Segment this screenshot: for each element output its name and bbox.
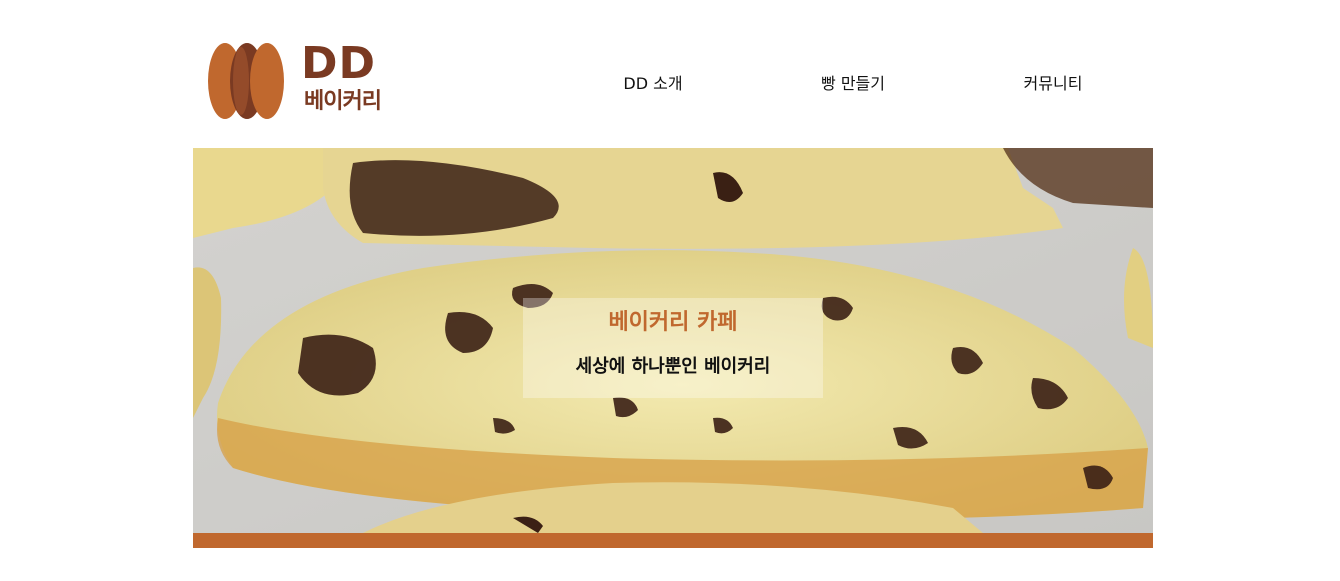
hero-title: 베이커리 카페 — [608, 310, 738, 335]
logo-mark-icon — [208, 43, 284, 119]
logo-subtitle: 베이커리 — [304, 89, 382, 114]
nav-item-baking[interactable]: 빵 만들기 — [753, 70, 953, 100]
site-header: DD 베이커리 DD 소개 빵 만들기 커뮤니티 — [193, 0, 1153, 148]
main-nav: DD 소개 빵 만들기 커뮤니티 — [553, 70, 1153, 100]
nav-item-community[interactable]: 커뮤니티 — [953, 70, 1153, 100]
logo-name: DD — [301, 38, 377, 89]
hero-subtitle: 세상에 하나뿐인 베이커리 — [575, 356, 771, 377]
hero-accent-bar — [193, 533, 1153, 548]
hero-caption: 베이커리 카페 세상에 하나뿐인 베이커리 — [523, 298, 823, 398]
nav-item-about[interactable]: DD 소개 — [553, 70, 753, 100]
logo[interactable]: DD 베이커리 — [207, 40, 397, 122]
